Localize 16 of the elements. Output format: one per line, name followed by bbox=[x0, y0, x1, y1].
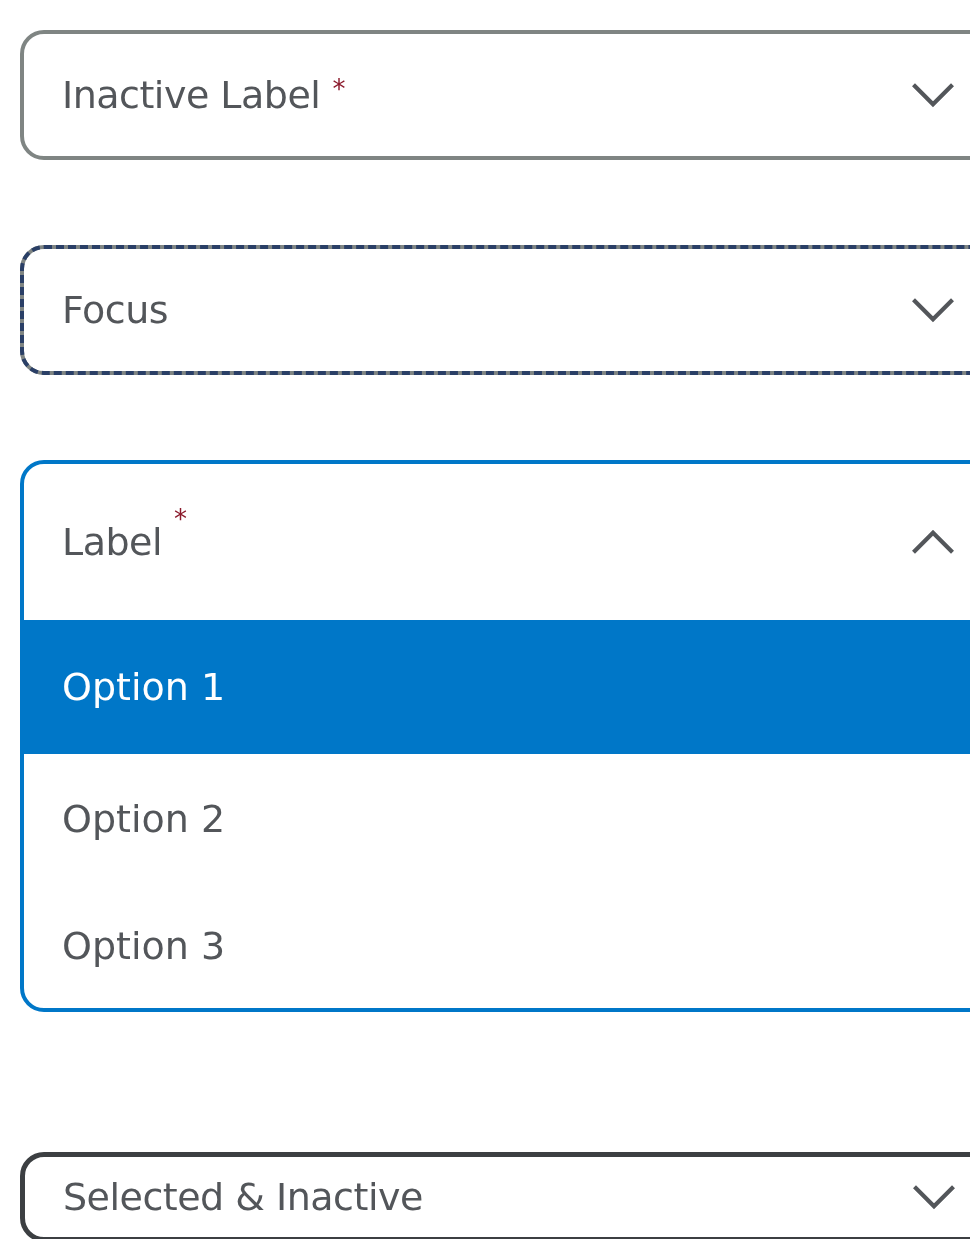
chevron-icon bbox=[910, 82, 956, 108]
dropdown-field[interactable]: Label * Option 1 Option 2 Option 3 bbox=[20, 460, 970, 1012]
dropdown-option[interactable]: Option 3 bbox=[24, 884, 970, 1008]
chevron-icon bbox=[911, 1184, 957, 1210]
required-asterisk: * bbox=[174, 504, 187, 534]
dropdown-field[interactable]: Selected & Inactive bbox=[20, 1152, 970, 1239]
field-label: Selected & Inactive bbox=[63, 1175, 423, 1219]
required-asterisk: * bbox=[332, 74, 346, 104]
chevron-icon bbox=[910, 297, 956, 323]
dropdown-option[interactable]: Option 1 bbox=[24, 620, 970, 754]
field-label: Focus bbox=[62, 288, 169, 332]
chevron-icon bbox=[910, 529, 956, 555]
field-label: Inactive Label bbox=[62, 73, 321, 117]
field-label: Label bbox=[62, 520, 162, 564]
dropdown-field[interactable]: Focus bbox=[20, 245, 970, 375]
dropdown-option[interactable]: Option 2 bbox=[24, 754, 970, 884]
